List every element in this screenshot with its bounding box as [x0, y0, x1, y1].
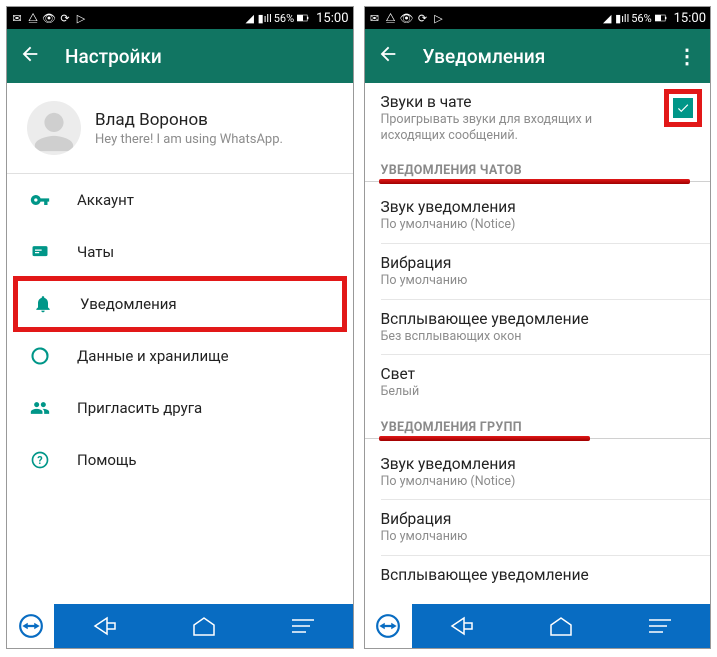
highlight-checkbox [664, 89, 702, 127]
invite-icon [29, 397, 51, 419]
page-title: Настройки [65, 45, 162, 68]
help-icon: ? [29, 449, 51, 471]
play-icon: ▷ [433, 12, 445, 24]
nav-bar [365, 604, 711, 648]
pref-group-sound[interactable]: Звук уведомления По умолчанию (Notice) [365, 445, 711, 500]
eye-icon: 👁 [43, 12, 55, 24]
signal-icon: ▮ıll [616, 12, 628, 24]
clock: 15:00 [674, 11, 706, 26]
red-underline [379, 179, 691, 184]
clock: 15:00 [316, 11, 348, 26]
bell-icon [32, 293, 54, 315]
settings-label: Пригласить друга [77, 399, 202, 417]
nav-recent[interactable] [253, 604, 352, 648]
status-bar: ✉ ⧋ 👁 ⟳ ▷ ◢ ▮ıll 56% 15:00 [365, 7, 711, 29]
settings-label: Данные и хранилище [77, 347, 229, 365]
teamviewer-icon[interactable] [365, 604, 413, 648]
pref-group-vibration[interactable]: Вибрация По умолчанию [365, 500, 711, 555]
nav-recent[interactable] [611, 604, 710, 648]
signal-icon: ▮ıll [259, 12, 271, 24]
pref-title: Звуки в чате [381, 93, 695, 111]
mail-icon: ✉ [369, 12, 381, 24]
avatar [27, 101, 81, 155]
data-icon [29, 345, 51, 367]
nav-home[interactable] [154, 604, 253, 648]
pref-notification-sound[interactable]: Звук уведомления По умолчанию (Notice) [365, 188, 711, 243]
red-underline [379, 436, 591, 441]
mail-icon: ✉ [11, 12, 23, 24]
dropbox-icon: ⧋ [27, 12, 39, 24]
nav-bar [7, 604, 353, 648]
dropbox-icon: ⧋ [385, 12, 397, 24]
notifications-content: Звуки в чате Проигрывать звуки для входя… [365, 83, 711, 604]
svg-text:?: ? [37, 454, 42, 467]
teamviewer-icon[interactable] [7, 604, 55, 648]
settings-label: Аккаунт [77, 191, 134, 209]
page-title: Уведомления [423, 45, 546, 68]
pref-light[interactable]: Свет Белый [365, 355, 711, 410]
wifi-icon: ◢ [244, 12, 256, 24]
overflow-icon[interactable]: ⋮ [677, 44, 698, 68]
settings-item-data[interactable]: Данные и хранилище [7, 330, 353, 382]
phone-left: ✉ ⧋ 👁 ⟳ ▷ ◢ ▮ıll 56% 15:00 Настройки [6, 6, 354, 649]
key-icon [29, 189, 51, 211]
sync-icon: ⟳ [417, 12, 429, 24]
nav-home[interactable] [512, 604, 611, 648]
checkbox-checked[interactable] [673, 98, 693, 118]
settings-item-account[interactable]: Аккаунт [7, 174, 353, 226]
settings-label: Помощь [77, 451, 137, 469]
settings-list: Аккаунт Чаты Уведомления Данные и хранил… [7, 174, 353, 486]
settings-content: Влад Воронов Hey there! I am using Whats… [7, 83, 353, 604]
pref-chat-sounds[interactable]: Звуки в чате Проигрывать звуки для входя… [365, 83, 711, 153]
settings-item-help[interactable]: ? Помощь [7, 434, 353, 486]
nav-back[interactable] [55, 604, 154, 648]
pref-group-popup[interactable]: Всплывающее уведомление [365, 556, 711, 586]
section-group-notifications: УВЕДОМЛЕНИЯ ГРУПП [365, 410, 711, 439]
app-bar: Уведомления ⋮ [365, 29, 711, 83]
sync-icon: ⟳ [59, 12, 71, 24]
profile-row[interactable]: Влад Воронов Hey there! I am using Whats… [7, 83, 353, 173]
pref-vibration[interactable]: Вибрация По умолчанию [365, 244, 711, 299]
settings-item-notifications[interactable]: Уведомления [13, 276, 347, 332]
pref-sub: Проигрывать звуки для входящих и исходящ… [381, 112, 695, 143]
pref-popup[interactable]: Всплывающее уведомление Без всплывающих … [365, 300, 711, 355]
battery-text: 56% [274, 12, 294, 25]
battery-icon [297, 12, 309, 24]
chat-icon [29, 241, 51, 263]
eye-icon: 👁 [401, 12, 413, 24]
status-bar: ✉ ⧋ 👁 ⟳ ▷ ◢ ▮ıll 56% 15:00 [7, 7, 353, 29]
settings-item-chats[interactable]: Чаты [7, 226, 353, 278]
play-icon: ▷ [75, 12, 87, 24]
phone-right: ✉ ⧋ 👁 ⟳ ▷ ◢ ▮ıll 56% 15:00 Уведомления ⋮… [364, 6, 712, 649]
nav-back[interactable] [413, 604, 512, 648]
back-icon[interactable] [377, 43, 399, 69]
profile-status: Hey there! I am using WhatsApp. [95, 132, 337, 147]
app-bar: Настройки [7, 29, 353, 83]
settings-item-invite[interactable]: Пригласить друга [7, 382, 353, 434]
settings-label: Чаты [77, 243, 114, 261]
settings-label: Уведомления [80, 295, 177, 313]
section-chat-notifications: УВЕДОМЛЕНИЯ ЧАТОВ [365, 153, 711, 182]
back-icon[interactable] [19, 43, 41, 69]
battery-text: 56% [631, 12, 651, 25]
wifi-icon: ◢ [601, 12, 613, 24]
battery-icon [655, 12, 667, 24]
profile-name: Влад Воронов [95, 110, 337, 130]
